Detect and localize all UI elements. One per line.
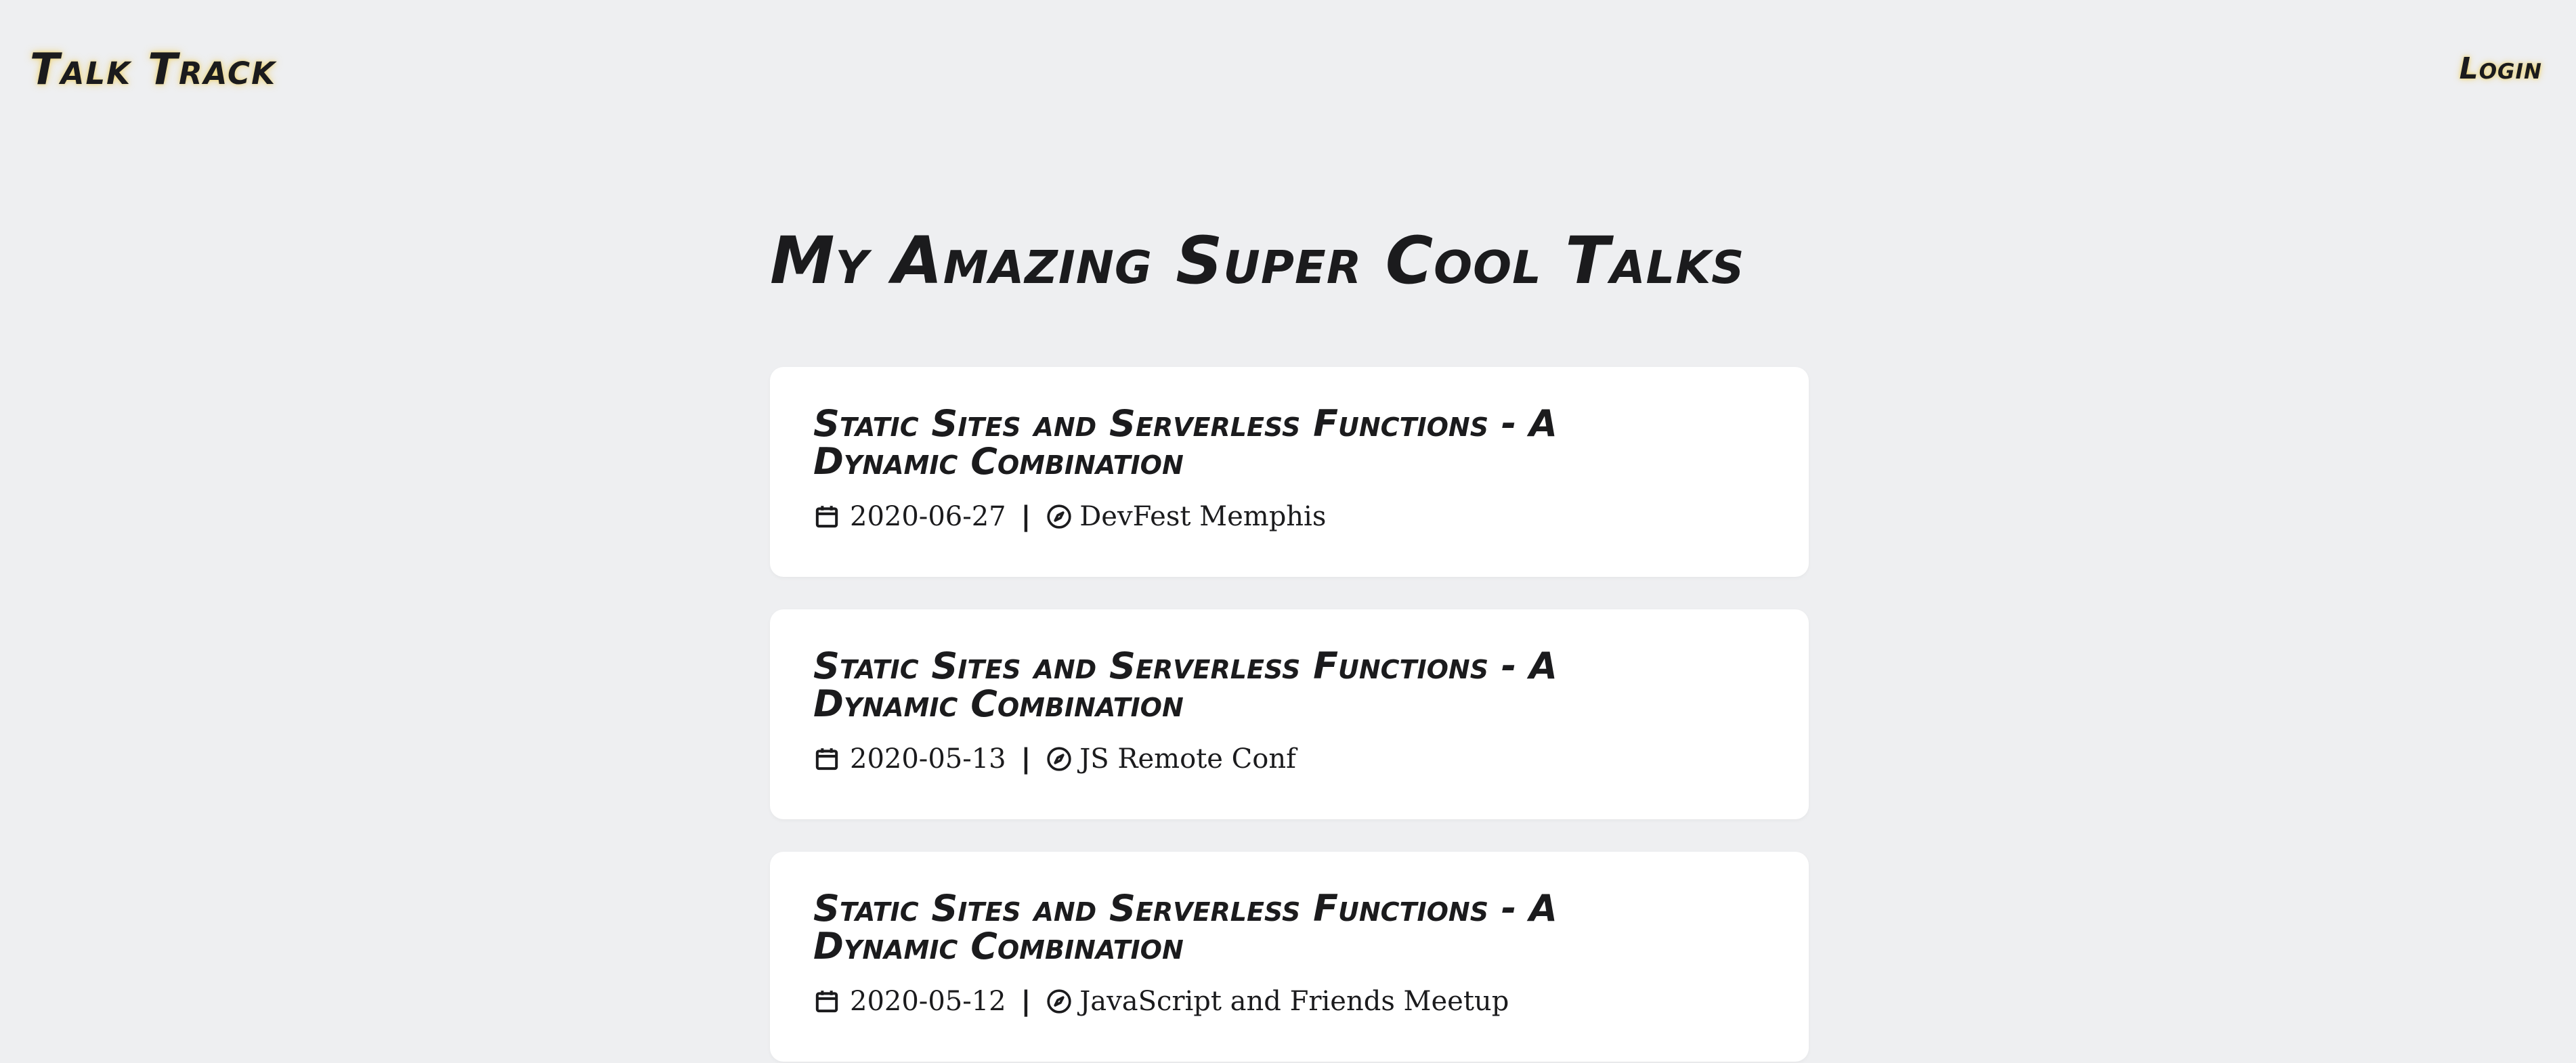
page-title: My Amazing Super Cool Talks — [770, 223, 1745, 299]
talk-date: 2020-05-13 — [850, 743, 1006, 775]
talk-date: 2020-05-12 — [850, 986, 1006, 1017]
talk-list: Static Sites and Serverless Functions - … — [770, 367, 1809, 1062]
talks-page: My Amazing Super Cool Talks Static Sites… — [770, 217, 1809, 1062]
talk-title[interactable]: Static Sites and Serverless Functions - … — [813, 890, 1694, 966]
talk-event: DevFest Memphis — [1079, 501, 1327, 532]
meta-separator: | — [1021, 986, 1031, 1017]
talk-event: JS Remote Conf — [1079, 743, 1296, 775]
site-logo[interactable]: Talk Track — [30, 45, 276, 95]
talk-card[interactable]: Static Sites and Serverless Functions - … — [770, 367, 1809, 577]
compass-icon — [1046, 988, 1073, 1015]
talk-title[interactable]: Static Sites and Serverless Functions - … — [813, 405, 1694, 481]
talk-title[interactable]: Static Sites and Serverless Functions - … — [813, 647, 1694, 723]
calendar-icon — [813, 745, 840, 773]
talk-date: 2020-06-27 — [850, 501, 1006, 532]
login-link[interactable]: Login — [2460, 51, 2542, 86]
talk-meta: 2020-05-12 | JavaScript and Friends Meet… — [813, 984, 1765, 1018]
calendar-icon — [813, 503, 840, 530]
meta-separator: | — [1021, 501, 1031, 532]
talk-meta: 2020-05-13 | JS Remote Conf — [813, 742, 1765, 776]
talk-card[interactable]: Static Sites and Serverless Functions - … — [770, 852, 1809, 1062]
talk-event: JavaScript and Friends Meetup — [1079, 986, 1509, 1017]
compass-icon — [1046, 503, 1073, 530]
talk-meta: 2020-06-27 | DevFest Memphis — [813, 500, 1765, 534]
talk-card[interactable]: Static Sites and Serverless Functions - … — [770, 609, 1809, 819]
meta-separator: | — [1021, 743, 1031, 775]
compass-icon — [1046, 745, 1073, 773]
calendar-icon — [813, 988, 840, 1015]
